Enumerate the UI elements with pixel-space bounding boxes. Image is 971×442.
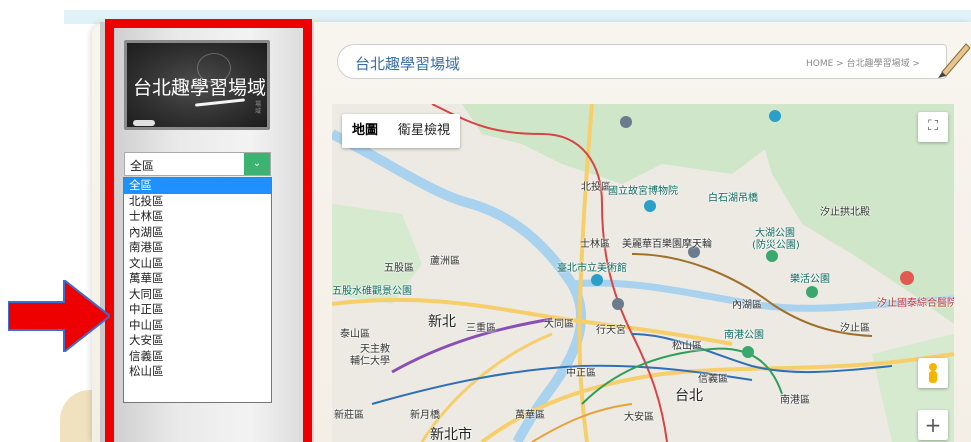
map-type-map-button[interactable]: 地圖 — [342, 114, 388, 148]
map-label: 新北市 — [430, 427, 472, 442]
map-label: 南港區 — [780, 395, 810, 406]
map-label: 大同區 — [544, 319, 574, 330]
breadcrumb[interactable]: HOME > 台北趣學習場域 > — [806, 56, 920, 69]
map-label: 中正區 — [566, 368, 596, 379]
map-label: 大安區 — [624, 412, 654, 423]
map-label: 松山區 — [672, 341, 702, 352]
zoom-in-button[interactable]: + — [918, 410, 948, 440]
map-label: 台北 — [675, 388, 703, 404]
map-type-control[interactable]: 地圖 衛星檢視 — [342, 114, 461, 148]
map-label: 行天宮 — [596, 325, 626, 336]
map-canvas[interactable] — [332, 104, 954, 442]
map-label: 汐止國泰綜合醫院 — [877, 298, 954, 309]
map-label: 臺北市立美術館 — [557, 263, 627, 274]
map-label: 美麗華百樂園摩天輪 — [622, 239, 712, 250]
map-label: (防災公園) — [752, 240, 800, 251]
map-label: 士林區 — [580, 239, 610, 250]
map-label: 新北 — [428, 314, 456, 330]
pencil-icon — [938, 43, 971, 78]
page-title: 台北趣學習場域 — [355, 55, 461, 73]
map-label: 輔仁大學 — [350, 356, 390, 367]
map-label: 信義區 — [698, 374, 728, 385]
map-label: 白石湖吊橋 — [708, 193, 758, 204]
map-label: 北投區 — [581, 182, 611, 193]
map-label: 樂活公園 — [790, 274, 830, 285]
map-label: 泰山區 — [340, 329, 370, 340]
map-label: 南港公園 — [724, 330, 764, 341]
map-label: 內湖區 — [732, 300, 762, 311]
map-label: 汐止拱北殿 — [820, 207, 870, 218]
page-background — [0, 0, 64, 442]
page-header: 台北趣學習場域 HOME > 台北趣學習場域 > — [337, 44, 947, 79]
map-type-satellite-button[interactable]: 衛星檢視 — [388, 114, 460, 148]
fullscreen-icon[interactable]: ⛶ — [918, 112, 948, 142]
map-label: 新莊區 — [334, 410, 364, 421]
annotation-highlight-box — [105, 19, 312, 442]
map-label: 新月橋 — [410, 410, 440, 421]
map-label: 五股區 — [384, 263, 414, 274]
map-label: 五股水碓觀景公園 — [332, 286, 412, 297]
map-label: 萬華區 — [515, 410, 545, 421]
map-label: 蘆洲區 — [430, 256, 460, 267]
street-view-pegman-icon[interactable] — [918, 358, 948, 388]
map-view[interactable]: 地圖 衛星檢視 ⛶ + 北投區 國立故宮博物院 白石湖吊橋 汐止拱北殿 大湖公園… — [332, 104, 954, 442]
map-label: 國立故宮博物院 — [608, 186, 678, 197]
annotation-arrow-icon — [8, 280, 110, 352]
map-label: 三重區 — [466, 323, 496, 334]
map-label: 汐止區 — [840, 323, 870, 334]
